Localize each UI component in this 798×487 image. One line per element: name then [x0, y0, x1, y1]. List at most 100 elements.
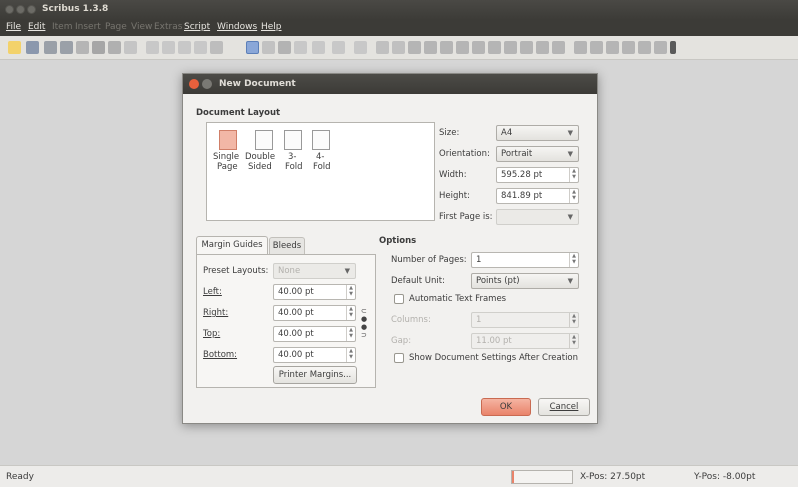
- pdf-textfield-icon[interactable]: [590, 41, 603, 54]
- menu-insert[interactable]: Insert: [75, 22, 101, 32]
- menu-page[interactable]: Page: [105, 22, 127, 32]
- paste-icon[interactable]: [210, 41, 223, 54]
- image-frame-icon[interactable]: [278, 41, 291, 54]
- print-icon[interactable]: [92, 41, 105, 54]
- cut-icon[interactable]: [178, 41, 191, 54]
- tab-bleeds[interactable]: Bleeds: [269, 237, 305, 254]
- close-window-icon[interactable]: [5, 5, 14, 14]
- copy-properties-icon[interactable]: [536, 41, 549, 54]
- margin-guides-panel: Preset Layouts: None ▼ Left: 40.00 pt ▲ ▼ R…: [196, 254, 376, 388]
- chain-link-icon[interactable]: ⊂ ● ● ⊃: [361, 307, 367, 341]
- unlink-frames-icon[interactable]: [504, 41, 517, 54]
- measure-icon[interactable]: [520, 41, 533, 54]
- pdf-button-icon[interactable]: [574, 41, 587, 54]
- first-page-label: First Page is:: [439, 212, 493, 222]
- menu-extras[interactable]: Extras: [154, 22, 182, 32]
- left-margin-field[interactable]: 40.00 pt ▲ ▼: [273, 284, 356, 300]
- menu-file[interactable]: File: [6, 22, 21, 32]
- pdf-combobox-icon[interactable]: [622, 41, 635, 54]
- bottom-margin-label: Bottom:: [203, 350, 238, 360]
- bezier-icon[interactable]: [392, 41, 405, 54]
- show-settings-checkbox[interactable]: [394, 353, 404, 363]
- menu-help[interactable]: Help: [261, 22, 282, 32]
- pdf-annotation-icon[interactable]: [654, 41, 667, 54]
- preset-value: None: [278, 266, 301, 276]
- save-as-icon[interactable]: [60, 41, 73, 54]
- columns-value: 1: [476, 315, 482, 325]
- zoom-icon[interactable]: [440, 41, 453, 54]
- open-document-icon[interactable]: [26, 41, 39, 54]
- spinner-icon[interactable]: ▲ ▼: [569, 313, 578, 327]
- gap-label: Gap:: [391, 336, 412, 346]
- spinner-icon[interactable]: ▲ ▼: [569, 253, 578, 267]
- layout-label: 4-: [316, 152, 325, 162]
- tab-margin-guides[interactable]: Margin Guides: [196, 236, 268, 254]
- spinner-icon[interactable]: ▲ ▼: [346, 306, 355, 320]
- pdf-listbox-icon[interactable]: [638, 41, 651, 54]
- maximize-window-icon[interactable]: [27, 5, 36, 14]
- new-document-icon[interactable]: [8, 41, 21, 54]
- select-tool-icon[interactable]: [246, 41, 259, 54]
- right-margin-field[interactable]: 40.00 pt ▲ ▼: [273, 305, 356, 321]
- menu-script[interactable]: Script: [184, 22, 210, 32]
- top-margin-field[interactable]: 40.00 pt ▲ ▼: [273, 326, 356, 342]
- layout-double-sided[interactable]: Double Sided: [245, 128, 281, 172]
- auto-text-frames-checkbox[interactable]: [394, 294, 404, 304]
- status-bar: Ready X-Pos: 27.50pt Y-Pos: -8.00pt: [0, 465, 798, 487]
- orientation-combo[interactable]: Portrait ▼: [496, 146, 579, 162]
- spinner-icon[interactable]: ▲ ▼: [346, 285, 355, 299]
- edit-contents-icon[interactable]: [456, 41, 469, 54]
- eyedropper-icon[interactable]: [552, 41, 565, 54]
- dialog-close-icon[interactable]: [189, 79, 199, 89]
- edit-text-icon[interactable]: [472, 41, 485, 54]
- freehand-icon[interactable]: [408, 41, 421, 54]
- bottom-margin-field[interactable]: 40.00 pt ▲ ▼: [273, 347, 356, 363]
- save-icon[interactable]: [44, 41, 57, 54]
- export-pdf-icon[interactable]: [124, 41, 137, 54]
- layout-3-fold[interactable]: 3- Fold: [282, 128, 310, 172]
- layout-label: Fold: [313, 162, 331, 172]
- width-field[interactable]: 595.28 pt ▲ ▼: [496, 167, 579, 183]
- menu-windows[interactable]: Windows: [217, 22, 257, 32]
- gap-field[interactable]: 11.00 pt ▲ ▼: [471, 333, 579, 349]
- redo-icon[interactable]: [162, 41, 175, 54]
- height-field[interactable]: 841.89 pt ▲ ▼: [496, 188, 579, 204]
- default-unit-combo[interactable]: Points (pt) ▼: [471, 273, 579, 289]
- layout-4-fold[interactable]: 4- Fold: [310, 128, 338, 172]
- preset-layouts-combo[interactable]: None ▼: [273, 263, 356, 279]
- printer-margins-button[interactable]: Printer Margins...: [273, 366, 357, 384]
- pdf-checkbox-icon[interactable]: [606, 41, 619, 54]
- cancel-button[interactable]: Cancel: [538, 398, 590, 416]
- spinner-icon[interactable]: ▲ ▼: [569, 189, 578, 203]
- text-frame-icon[interactable]: [262, 41, 275, 54]
- pdf-link-icon[interactable]: [670, 41, 676, 54]
- first-page-combo[interactable]: ▼: [496, 209, 579, 225]
- minimize-window-icon[interactable]: [16, 5, 25, 14]
- left-margin-label: Left:: [203, 287, 222, 297]
- rotate-icon[interactable]: [424, 41, 437, 54]
- polygon-icon[interactable]: [354, 41, 367, 54]
- spinner-icon[interactable]: ▲ ▼: [569, 168, 578, 182]
- menu-item[interactable]: Item: [52, 22, 73, 32]
- line-icon[interactable]: [376, 41, 389, 54]
- spinner-icon[interactable]: ▲ ▼: [346, 348, 355, 362]
- menu-edit[interactable]: Edit: [28, 22, 45, 32]
- dialog-minimize-icon[interactable]: [202, 79, 212, 89]
- spinner-icon[interactable]: ▲ ▼: [569, 334, 578, 348]
- close-document-icon[interactable]: [76, 41, 89, 54]
- columns-field[interactable]: 1 ▲ ▼: [471, 312, 579, 328]
- copy-icon[interactable]: [194, 41, 207, 54]
- preflight-icon[interactable]: [108, 41, 121, 54]
- layout-single-page[interactable]: Single Page: [210, 128, 246, 172]
- undo-icon[interactable]: [146, 41, 159, 54]
- left-margin-value: 40.00 pt: [278, 287, 314, 297]
- table-icon[interactable]: [312, 41, 325, 54]
- menu-view[interactable]: View: [131, 22, 152, 32]
- ok-button[interactable]: OK: [481, 398, 531, 416]
- size-combo[interactable]: A4 ▼: [496, 125, 579, 141]
- render-frame-icon[interactable]: [294, 41, 307, 54]
- spinner-icon[interactable]: ▲ ▼: [346, 327, 355, 341]
- link-frames-icon[interactable]: [488, 41, 501, 54]
- shape-icon[interactable]: [332, 41, 345, 54]
- num-pages-field[interactable]: 1 ▲ ▼: [471, 252, 579, 268]
